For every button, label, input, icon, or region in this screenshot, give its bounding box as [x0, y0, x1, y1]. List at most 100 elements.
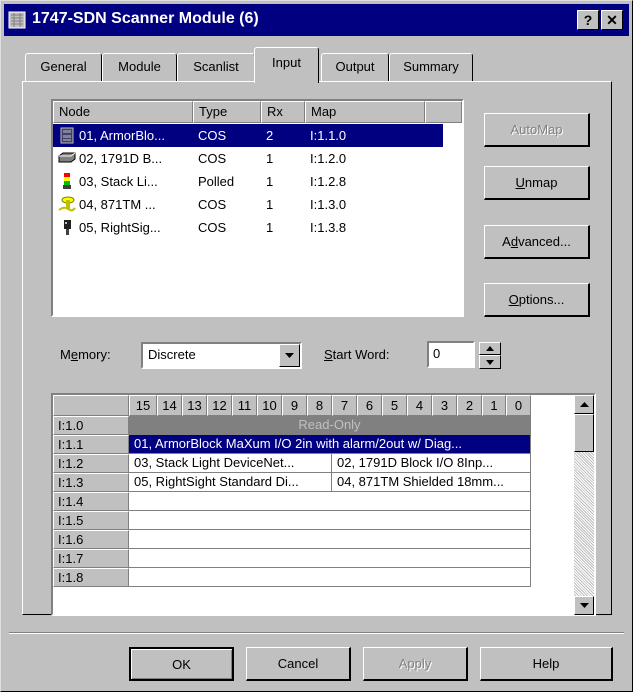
options-button[interactable]: Options... [484, 283, 590, 317]
stack-light-icon [63, 173, 71, 189]
memory-value: Discrete [148, 347, 196, 362]
bit-header: 7 [332, 395, 357, 416]
device-rx: 1 [266, 174, 274, 189]
title-bar[interactable]: 1747-SDN Scanner Module (6) ? ✕ [4, 4, 629, 36]
grid-row[interactable]: I:1.1 01, ArmorBlock MaXum I/O 2in with a… [53, 435, 573, 454]
list-item[interactable]: 03, Stack Li... Polled 1 I:1.2.8 [53, 170, 443, 193]
column-header-type[interactable]: Type [193, 101, 261, 123]
row-address-label: I:1.0 [53, 416, 129, 435]
cancel-button[interactable]: Cancel [246, 647, 351, 681]
io-block-icon [58, 152, 76, 163]
tab-module[interactable]: Module [102, 53, 177, 81]
help-title-button[interactable]: ? [577, 10, 599, 30]
device-map: I:1.3.0 [310, 197, 347, 212]
grid-cell[interactable] [129, 568, 531, 587]
bit-header: 8 [307, 395, 332, 416]
unmap-button[interactable]: Unmap [484, 166, 590, 200]
list-item[interactable]: 02, 1791D B... COS 1 I:1.2.0 [53, 147, 443, 170]
start-word-input[interactable]: 0 [427, 341, 475, 368]
automap-button[interactable]: AutoMap [484, 113, 590, 147]
device-rx: 1 [266, 220, 274, 235]
bit-header: 3 [432, 395, 457, 416]
device-rx: 2 [266, 128, 274, 143]
tab-summary[interactable]: Summary [389, 53, 473, 81]
spin-down-button[interactable] [479, 355, 501, 369]
bit-header: 15 [129, 395, 157, 416]
device-type: COS [198, 128, 227, 143]
column-header-rx[interactable]: Rx [261, 101, 305, 123]
start-word-label: Start Word: [324, 347, 390, 362]
device-rx: 1 [266, 197, 274, 212]
start-word-spinner[interactable] [479, 342, 501, 369]
grid-row[interactable]: I:1.2 03, Stack Light DeviceNet... 02, 179… [53, 454, 573, 473]
list-item[interactable]: 05, RightSig... COS 1 I:1.3.8 [53, 216, 443, 239]
grid-row[interactable]: I:1.8 [53, 568, 573, 587]
advanced-button[interactable]: Advanced... [484, 225, 590, 259]
device-node: 05, RightSig... [79, 220, 161, 235]
grid-scrollbar[interactable] [574, 395, 594, 615]
grid-row[interactable]: I:1.4 [53, 492, 573, 511]
device-type: Polled [198, 174, 235, 189]
device-map: I:1.1.0 [310, 128, 347, 143]
grid-row[interactable]: I:1.6 [53, 530, 573, 549]
ok-button[interactable]: OK [129, 647, 234, 681]
apply-button[interactable]: Apply [363, 647, 468, 681]
column-header-node[interactable]: Node [53, 101, 193, 123]
grid-cell[interactable]: 01, ArmorBlock MaXum I/O 2in with alarm/… [129, 435, 531, 454]
grid-cell[interactable] [129, 511, 531, 530]
device-node: 02, 1791D B... [79, 151, 163, 166]
memory-select[interactable]: Discrete [141, 342, 302, 369]
scanner-module-dialog: 1747-SDN Scanner Module (6) ? ✕ General … [0, 0, 633, 692]
row-address-label: I:1.4 [53, 492, 129, 511]
tab-general[interactable]: General [25, 53, 102, 81]
scroll-thumb[interactable] [574, 414, 594, 452]
tab-input[interactable]: Input [254, 47, 319, 83]
device-map: I:1.3.8 [310, 220, 347, 235]
device-list[interactable]: Node Type Rx Map 01, ArmorBlo... COS 2 I… [51, 99, 464, 317]
window-title: 1747-SDN Scanner Module (6) [32, 10, 259, 27]
scroll-up-button[interactable] [574, 395, 594, 414]
grid-cell[interactable]: 05, RightSight Standard Di... [129, 473, 332, 492]
grid-row[interactable]: I:1.0 Read-Only [53, 416, 573, 435]
grid-cell[interactable] [129, 492, 531, 511]
start-word-value: 0 [433, 346, 441, 361]
help-button[interactable]: Help [480, 647, 613, 681]
bit-header: 0 [506, 395, 531, 416]
footer-divider [9, 632, 624, 634]
grid-row[interactable]: I:1.3 05, RightSight Standard Di... 04, 87… [53, 473, 573, 492]
list-item[interactable]: 01, ArmorBlo... COS 2 I:1.1.0 [53, 124, 443, 147]
device-type: COS [198, 220, 227, 235]
chevron-down-icon [486, 360, 494, 365]
grid-row[interactable]: I:1.7 [53, 549, 573, 568]
device-map: I:1.2.8 [310, 174, 347, 189]
scroll-down-button[interactable] [574, 596, 594, 615]
grid-cell[interactable] [129, 530, 531, 549]
memory-label: Memory: [60, 347, 111, 362]
row-address-label: I:1.7 [53, 549, 129, 568]
spin-up-button[interactable] [479, 342, 501, 355]
armorblock-icon [60, 127, 74, 144]
device-node: 01, ArmorBlo... [79, 128, 165, 143]
bit-header: 5 [382, 395, 407, 416]
grid-cell[interactable]: 03, Stack Light DeviceNet... [129, 454, 332, 473]
grid-cell[interactable] [129, 549, 531, 568]
chevron-up-icon [580, 402, 589, 407]
row-address-label: I:1.8 [53, 568, 129, 587]
tab-scanlist[interactable]: Scanlist [177, 53, 255, 81]
grid-row[interactable]: I:1.5 [53, 511, 573, 530]
device-node: 03, Stack Li... [79, 174, 158, 189]
prox-sensor-icon [58, 196, 76, 212]
tab-output[interactable]: Output [321, 53, 389, 81]
close-button[interactable]: ✕ [601, 10, 623, 30]
grid-cell[interactable]: 04, 871TM Shielded 18mm... [332, 473, 531, 492]
bit-header: 4 [407, 395, 432, 416]
bit-map-grid[interactable]: 15 14 13 12 11 10 9 8 7 6 5 4 3 2 1 0 I:1.0 Read-Only I:1… [51, 393, 596, 616]
bit-header: 12 [207, 395, 232, 416]
list-item[interactable]: 04, 871TM ... COS 1 I:1.3.0 [53, 193, 443, 216]
row-address-label: I:1.1 [53, 435, 129, 454]
grid-cell[interactable]: 02, 1791D Block I/O 8Inp... [332, 454, 531, 473]
column-header-map[interactable]: Map [305, 101, 425, 123]
chevron-down-icon [285, 353, 294, 358]
read-only-cell[interactable]: Read-Only [129, 416, 531, 435]
dropdown-button[interactable] [279, 344, 300, 367]
